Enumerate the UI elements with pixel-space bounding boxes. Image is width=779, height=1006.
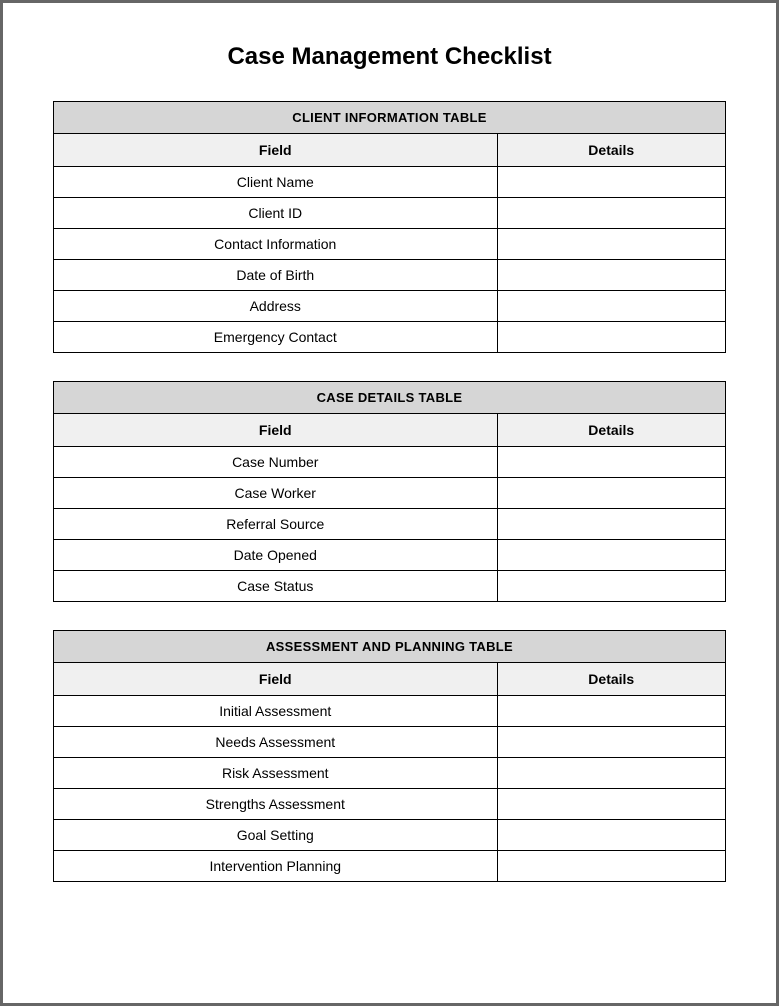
- table-header-row: Field Details: [54, 663, 726, 696]
- field-cell: Contact Information: [54, 229, 498, 260]
- field-cell: Emergency Contact: [54, 322, 498, 353]
- table-title: CASE DETAILS TABLE: [54, 382, 726, 414]
- field-cell: Intervention Planning: [54, 851, 498, 882]
- table-row: Needs Assessment: [54, 727, 726, 758]
- field-cell: Initial Assessment: [54, 696, 498, 727]
- details-cell: [497, 696, 725, 727]
- details-cell: [497, 447, 725, 478]
- field-cell: Risk Assessment: [54, 758, 498, 789]
- table-row: Emergency Contact: [54, 322, 726, 353]
- details-cell: [497, 789, 725, 820]
- table-header-row: Field Details: [54, 134, 726, 167]
- details-cell: [497, 820, 725, 851]
- table-row: Client ID: [54, 198, 726, 229]
- table-row: Date of Birth: [54, 260, 726, 291]
- assessment-planning-table: ASSESSMENT AND PLANNING TABLE Field Deta…: [53, 630, 726, 882]
- details-cell: [497, 509, 725, 540]
- field-header: Field: [54, 663, 498, 696]
- table-row: Referral Source: [54, 509, 726, 540]
- case-details-table: CASE DETAILS TABLE Field Details Case Nu…: [53, 381, 726, 602]
- field-header: Field: [54, 414, 498, 447]
- details-cell: [497, 167, 725, 198]
- page-title: Case Management Checklist: [53, 43, 726, 71]
- table-title: CLIENT INFORMATION TABLE: [54, 102, 726, 134]
- table-header-row: Field Details: [54, 414, 726, 447]
- details-cell: [497, 260, 725, 291]
- field-cell: Goal Setting: [54, 820, 498, 851]
- details-header: Details: [497, 134, 725, 167]
- details-cell: [497, 229, 725, 260]
- field-cell: Date of Birth: [54, 260, 498, 291]
- table-row: Client Name: [54, 167, 726, 198]
- details-cell: [497, 540, 725, 571]
- field-header: Field: [54, 134, 498, 167]
- field-cell: Needs Assessment: [54, 727, 498, 758]
- client-info-table: CLIENT INFORMATION TABLE Field Details C…: [53, 101, 726, 353]
- table-title: ASSESSMENT AND PLANNING TABLE: [54, 631, 726, 663]
- field-cell: Strengths Assessment: [54, 789, 498, 820]
- table-row: Case Number: [54, 447, 726, 478]
- assessment-planning-section: ASSESSMENT AND PLANNING TABLE Field Deta…: [53, 630, 726, 882]
- client-info-section: CLIENT INFORMATION TABLE Field Details C…: [53, 101, 726, 353]
- table-row: Date Opened: [54, 540, 726, 571]
- table-row: Strengths Assessment: [54, 789, 726, 820]
- field-cell: Case Worker: [54, 478, 498, 509]
- case-details-section: CASE DETAILS TABLE Field Details Case Nu…: [53, 381, 726, 602]
- table-row: Risk Assessment: [54, 758, 726, 789]
- details-header: Details: [497, 414, 725, 447]
- details-cell: [497, 198, 725, 229]
- table-row: Contact Information: [54, 229, 726, 260]
- field-cell: Address: [54, 291, 498, 322]
- field-cell: Client ID: [54, 198, 498, 229]
- table-row: Initial Assessment: [54, 696, 726, 727]
- details-cell: [497, 851, 725, 882]
- field-cell: Case Status: [54, 571, 498, 602]
- table-row: Case Status: [54, 571, 726, 602]
- field-cell: Date Opened: [54, 540, 498, 571]
- details-cell: [497, 727, 725, 758]
- field-cell: Client Name: [54, 167, 498, 198]
- table-row: Address: [54, 291, 726, 322]
- table-row: Case Worker: [54, 478, 726, 509]
- table-row: Intervention Planning: [54, 851, 726, 882]
- details-cell: [497, 571, 725, 602]
- table-row: Goal Setting: [54, 820, 726, 851]
- field-cell: Case Number: [54, 447, 498, 478]
- details-header: Details: [497, 663, 725, 696]
- details-cell: [497, 322, 725, 353]
- details-cell: [497, 291, 725, 322]
- details-cell: [497, 478, 725, 509]
- details-cell: [497, 758, 725, 789]
- field-cell: Referral Source: [54, 509, 498, 540]
